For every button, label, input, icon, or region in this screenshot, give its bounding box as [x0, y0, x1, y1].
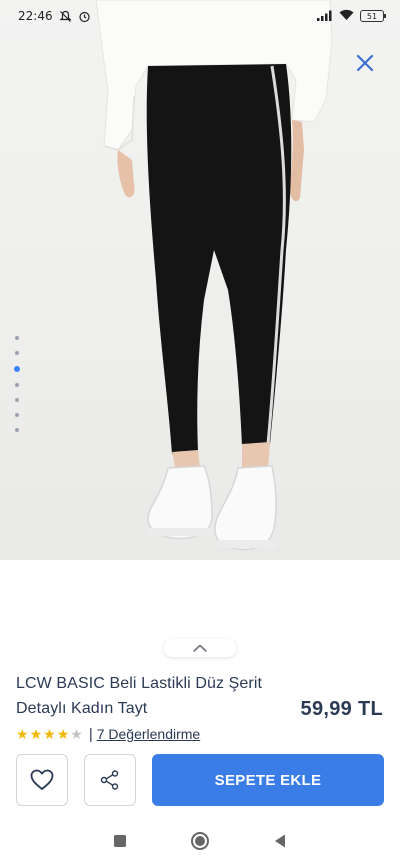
product-price: 59,99 TL	[300, 698, 383, 720]
expand-details-handle[interactable]	[164, 639, 236, 657]
back-icon	[275, 834, 285, 848]
image-pagination-dots	[14, 336, 20, 432]
heart-icon	[30, 769, 54, 790]
signal-icon	[317, 9, 333, 24]
recent-apps-button[interactable]	[108, 829, 132, 853]
rating-row: ★ ★ ★ ★ ★ | 7 Değerlendirme	[16, 724, 200, 744]
product-photo	[95, 0, 333, 551]
mute-bell-icon	[59, 10, 72, 23]
battery-indicator: 51	[360, 10, 386, 22]
star-full-icon: ★	[16, 726, 29, 742]
rating-separator: |	[88, 725, 93, 743]
recent-apps-icon	[114, 835, 126, 847]
wifi-icon	[339, 9, 354, 24]
close-button[interactable]	[354, 52, 376, 74]
share-icon	[100, 770, 119, 790]
image-dot[interactable]	[15, 336, 19, 340]
status-bar: 22:46 51	[0, 0, 400, 32]
image-dot[interactable]	[15, 428, 19, 432]
home-button[interactable]	[188, 829, 212, 853]
add-to-cart-button[interactable]: SEPETE EKLE	[152, 754, 384, 806]
status-time: 22:46	[18, 9, 53, 23]
image-dot[interactable]	[15, 383, 19, 387]
chevron-up-icon	[193, 644, 207, 652]
star-full-icon: ★	[29, 726, 43, 742]
star-empty-icon: ★	[70, 726, 83, 742]
home-icon	[191, 832, 209, 850]
back-button[interactable]	[268, 829, 292, 853]
system-nav-bar	[0, 816, 400, 866]
rating-stars: ★ ★ ★ ★ ★	[16, 727, 83, 741]
share-button[interactable]	[84, 754, 136, 806]
star-full-icon: ★	[56, 726, 70, 742]
star-full-icon: ★	[43, 726, 56, 742]
action-row: SEPETE EKLE	[16, 754, 384, 806]
product-detail-screen: 22:46 51 LCW BASIC Beli Lastikli Düz Şer…	[0, 0, 400, 866]
product-image[interactable]	[0, 0, 400, 560]
product-title: LCW BASIC Beli Lastikli Düz Şerit Detayl…	[16, 675, 263, 717]
image-dot[interactable]	[15, 351, 19, 355]
image-dot[interactable]	[15, 398, 19, 402]
favorite-button[interactable]	[16, 754, 68, 806]
reviews-link[interactable]: 7 Değerlendirme	[97, 726, 201, 742]
close-icon	[356, 54, 374, 72]
image-dot[interactable]	[15, 413, 19, 417]
image-dot-active[interactable]	[14, 366, 20, 372]
alarm-icon	[78, 10, 91, 23]
